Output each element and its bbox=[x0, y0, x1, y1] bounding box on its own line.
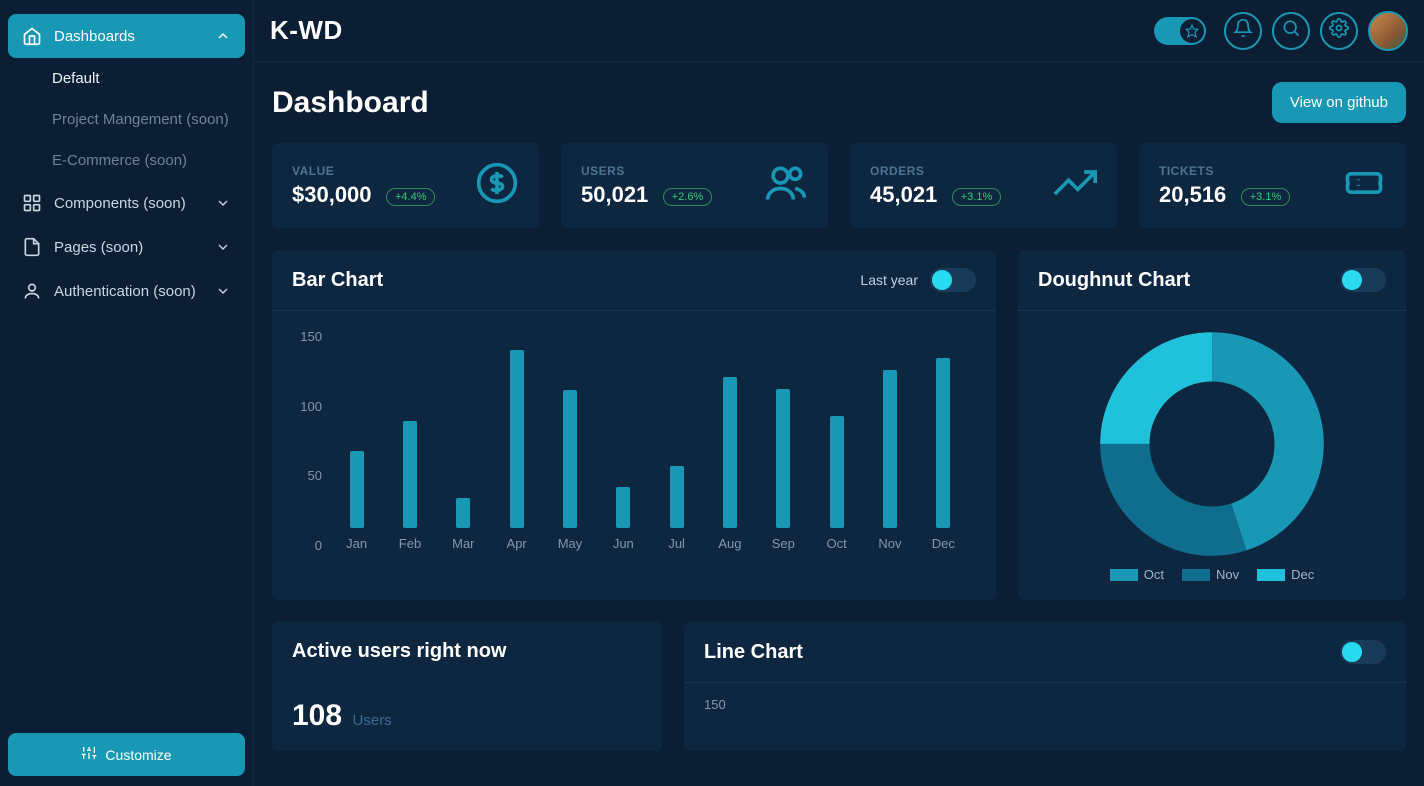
stat-card-value: Value $30,000 +4.4% bbox=[272, 143, 539, 228]
stat-label: Tickets bbox=[1159, 164, 1290, 178]
line-chart-panel: Line Chart 150 bbox=[684, 622, 1406, 751]
sidebar-item-components[interactable]: Components (soon) bbox=[8, 181, 245, 225]
chevron-down-icon bbox=[215, 283, 231, 299]
doughnut-chart bbox=[1097, 329, 1327, 559]
bar-chart-filter-label: Last year bbox=[860, 272, 918, 288]
sidebar: Dashboards Default Project Mangement (so… bbox=[0, 0, 254, 786]
stat-value: 20,516 bbox=[1159, 182, 1226, 208]
chevron-down-icon bbox=[215, 195, 231, 211]
sidebar-sub-project-mgmt[interactable]: Project Mangement (soon) bbox=[52, 99, 231, 140]
bar-chart: 150100500 JanFebMarAprMayJunJulAugSepOct… bbox=[272, 311, 996, 591]
gear-icon bbox=[1329, 18, 1349, 43]
notifications-button[interactable] bbox=[1224, 12, 1262, 50]
line-chart-title: Line Chart bbox=[704, 641, 803, 664]
star-icon bbox=[1180, 19, 1204, 43]
topbar: K-WD bbox=[254, 0, 1424, 62]
active-users-unit: Users bbox=[353, 712, 392, 729]
doughnut-title: Doughnut Chart bbox=[1038, 269, 1190, 292]
customize-button[interactable]: Customize bbox=[8, 733, 245, 776]
file-icon bbox=[22, 237, 42, 257]
sidebar-item-label: Authentication (soon) bbox=[54, 283, 196, 300]
sidebar-sub-ecommerce[interactable]: E-Commerce (soon) bbox=[52, 140, 231, 181]
home-icon bbox=[22, 26, 42, 46]
customize-label: Customize bbox=[105, 747, 171, 763]
chevron-down-icon bbox=[215, 239, 231, 255]
sidebar-item-label: Dashboards bbox=[54, 28, 135, 45]
theme-toggle[interactable] bbox=[1154, 17, 1206, 45]
chevron-down-icon bbox=[215, 28, 231, 44]
stat-label: Orders bbox=[870, 164, 1001, 178]
page-title: Dashboard bbox=[272, 86, 429, 120]
stat-value: 45,021 bbox=[870, 182, 937, 208]
sliders-icon bbox=[81, 745, 97, 764]
main: K-WD bbox=[254, 0, 1424, 786]
stat-card-tickets: Tickets 20,516 +3.1% bbox=[1139, 143, 1406, 228]
settings-button[interactable] bbox=[1320, 12, 1358, 50]
search-button[interactable] bbox=[1272, 12, 1310, 50]
view-on-github-button[interactable]: View on github bbox=[1272, 82, 1406, 123]
dollar-icon bbox=[475, 161, 519, 210]
bar-chart-title: Bar Chart bbox=[292, 269, 383, 292]
line-chart-toggle[interactable] bbox=[1340, 640, 1386, 664]
bar-chart-toggle[interactable] bbox=[930, 268, 976, 292]
sidebar-nav: Dashboards Default Project Mangement (so… bbox=[0, 14, 253, 786]
stat-delta: +3.1% bbox=[952, 188, 1002, 206]
doughnut-toggle[interactable] bbox=[1340, 268, 1386, 292]
user-icon bbox=[22, 281, 42, 301]
sidebar-item-label: Pages (soon) bbox=[54, 239, 143, 256]
stat-label: Users bbox=[581, 164, 712, 178]
content: Dashboard View on github Value $30,000 +… bbox=[254, 62, 1424, 786]
trending-up-icon bbox=[1053, 161, 1097, 210]
active-users-title: Active users right now bbox=[292, 640, 507, 663]
active-users-panel: Active users right now 108 Users bbox=[272, 622, 662, 751]
sidebar-item-dashboards[interactable]: Dashboards bbox=[8, 14, 245, 58]
doughnut-legend: OctNovDec bbox=[1110, 567, 1314, 582]
stat-value: 50,021 bbox=[581, 182, 648, 208]
users-icon bbox=[764, 161, 808, 210]
grid-icon bbox=[22, 193, 42, 213]
line-chart-ytick: 150 bbox=[704, 697, 726, 712]
sidebar-item-authentication[interactable]: Authentication (soon) bbox=[8, 269, 245, 313]
ticket-icon bbox=[1342, 161, 1386, 210]
stat-delta: +3.1% bbox=[1241, 188, 1291, 206]
avatar[interactable] bbox=[1368, 11, 1408, 51]
stat-card-users: Users 50,021 +2.6% bbox=[561, 143, 828, 228]
stat-delta: +2.6% bbox=[663, 188, 713, 206]
sidebar-item-label: Components (soon) bbox=[54, 195, 186, 212]
bell-icon bbox=[1233, 18, 1253, 43]
stat-card-orders: Orders 45,021 +3.1% bbox=[850, 143, 1117, 228]
stat-value: $30,000 bbox=[292, 182, 372, 208]
search-icon bbox=[1281, 18, 1301, 43]
sidebar-sub-default[interactable]: Default bbox=[52, 58, 231, 99]
stat-label: Value bbox=[292, 164, 435, 178]
doughnut-panel: Doughnut Chart OctNovDec bbox=[1018, 250, 1406, 600]
active-users-count: 108 bbox=[292, 699, 342, 733]
stat-delta: +4.4% bbox=[386, 188, 436, 206]
sidebar-item-pages[interactable]: Pages (soon) bbox=[8, 225, 245, 269]
brand-logo: K-WD bbox=[270, 15, 343, 46]
sidebar-sub-dashboards: Default Project Mangement (soon) E-Comme… bbox=[8, 58, 245, 181]
bar-chart-panel: Bar Chart Last year 150100500 JanFebMarA… bbox=[272, 250, 996, 600]
stats-row: Value $30,000 +4.4% Users 50,021 bbox=[272, 143, 1406, 228]
